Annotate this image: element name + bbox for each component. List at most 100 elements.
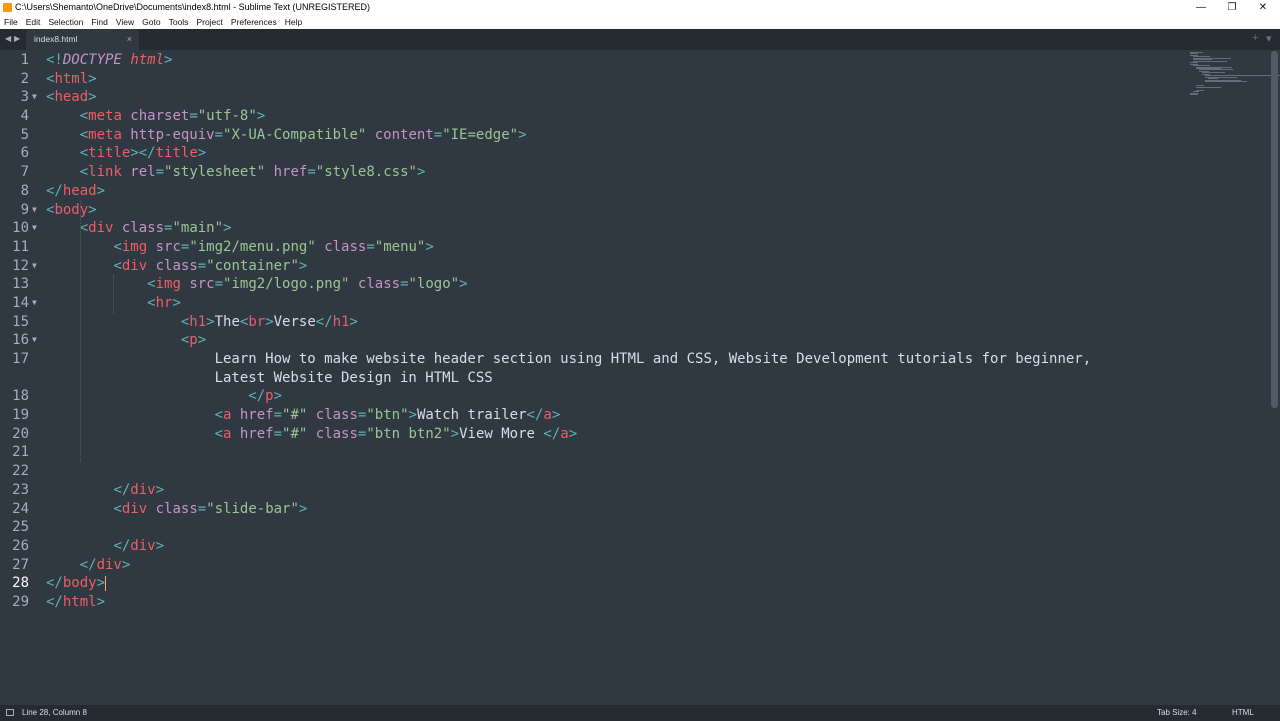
- code-token: <: [147, 294, 156, 311]
- code-token: =: [214, 126, 224, 143]
- code-token: =: [197, 500, 207, 517]
- code-token: </: [46, 593, 63, 610]
- line-number-text: 6: [20, 145, 29, 162]
- fold-arrow-icon[interactable]: ▼: [32, 88, 37, 107]
- code-token: link: [88, 164, 122, 181]
- tab-prev-arrow-icon[interactable]: ◀: [5, 34, 11, 43]
- line-number-text: 25: [12, 519, 29, 536]
- minimap[interactable]: [1186, 51, 1280, 96]
- code-line: Learn How to make website header section…: [46, 350, 1176, 369]
- code-line: <p>: [46, 331, 1176, 350]
- tab-size-indicator[interactable]: Tab Size: 4: [1157, 705, 1197, 721]
- code-token: The: [214, 313, 240, 330]
- code-token: Verse: [273, 313, 316, 330]
- tab-next-arrow-icon[interactable]: ▶: [14, 34, 20, 43]
- fold-arrow-icon[interactable]: ▼: [32, 294, 37, 313]
- code-token: </: [543, 425, 561, 442]
- code-token: "#": [282, 407, 308, 424]
- text-cursor: [105, 575, 107, 591]
- code-token: "IE=edge": [442, 126, 519, 143]
- restore-button[interactable]: ❐: [1217, 0, 1247, 15]
- code-token: src: [147, 238, 181, 255]
- code-token: class: [147, 500, 198, 517]
- syntax-indicator[interactable]: HTML: [1232, 705, 1254, 721]
- line-number-text: 5: [20, 126, 29, 143]
- code-token: <!: [46, 52, 63, 68]
- minimize-button[interactable]: —: [1186, 0, 1216, 15]
- code-token: h1: [332, 313, 350, 330]
- code-token: class: [307, 407, 358, 424]
- code-line: <div class="slide-bar">: [46, 500, 1176, 519]
- code-token: href: [231, 425, 274, 442]
- code-token: >: [155, 537, 165, 554]
- fold-arrow-icon[interactable]: ▼: [32, 201, 37, 220]
- tab-bar: ◀ ▶ index8.html × + ▾: [0, 29, 1280, 50]
- tab-close-icon[interactable]: ×: [127, 29, 132, 50]
- menu-find[interactable]: Find: [87, 15, 112, 29]
- code-token: >: [206, 313, 215, 330]
- fold-arrow-icon[interactable]: ▼: [32, 257, 37, 276]
- tab-list-icon[interactable]: ▾: [1266, 32, 1272, 45]
- code-token: =: [197, 257, 207, 274]
- code-token: </: [79, 556, 97, 573]
- code-token: "main": [172, 220, 224, 237]
- line-number: 10 ▼: [0, 219, 37, 238]
- code-token: >: [298, 500, 308, 517]
- line-number: 2: [0, 70, 29, 89]
- close-window-button[interactable]: ✕: [1248, 0, 1278, 15]
- menu-file[interactable]: File: [0, 15, 22, 29]
- minimap-line: [1205, 81, 1247, 82]
- panel-toggle-icon[interactable]: [6, 709, 14, 716]
- menu-help[interactable]: Help: [281, 15, 306, 29]
- code-token: >: [155, 481, 165, 498]
- tab-index8-html[interactable]: index8.html ×: [26, 29, 139, 50]
- code-token: div: [96, 556, 122, 573]
- code-token: div: [130, 537, 156, 554]
- code-line: <head>: [46, 88, 1176, 107]
- code-line: <html>: [46, 70, 1176, 89]
- code-token: div: [88, 220, 114, 237]
- menu-tools[interactable]: Tools: [165, 15, 193, 29]
- code-token: Watch trailer: [416, 407, 527, 424]
- line-number-text: 10: [12, 220, 29, 237]
- code-token: src: [180, 276, 215, 293]
- line-number: 8: [0, 182, 29, 201]
- menu-goto[interactable]: Goto: [138, 15, 164, 29]
- line-number: 6: [0, 144, 29, 163]
- menu-preferences[interactable]: Preferences: [227, 15, 281, 29]
- menu-view[interactable]: View: [112, 15, 138, 29]
- line-number-text: 26: [12, 537, 29, 554]
- code-line: Latest Website Design in HTML CSS: [46, 369, 1176, 388]
- code-token: charset: [121, 108, 190, 125]
- code-token: class: [147, 257, 198, 274]
- fold-arrow-icon[interactable]: ▼: [32, 331, 37, 350]
- code-token: "container": [206, 257, 299, 274]
- code-token: =: [307, 164, 316, 181]
- code-line: <img src="img2/menu.png" class="menu">: [46, 238, 1176, 257]
- code-editor[interactable]: <!DOCTYPE html> <html> <head> <meta charse…: [46, 51, 1176, 612]
- code-line: <img src="img2/logo.png" class="logo">: [46, 275, 1176, 294]
- code-token: hr: [155, 294, 173, 311]
- vertical-scrollbar[interactable]: [1271, 51, 1278, 408]
- code-token: <: [214, 407, 224, 424]
- new-tab-icon[interactable]: +: [1252, 32, 1258, 44]
- line-number: 21: [0, 443, 29, 462]
- code-token: >: [164, 52, 173, 68]
- menu-edit[interactable]: Edit: [22, 15, 45, 29]
- fold-arrow-icon[interactable]: ▼: [32, 219, 37, 238]
- menu-selection[interactable]: Selection: [44, 15, 87, 29]
- code-token: div: [121, 500, 148, 517]
- code-token: "btn btn2": [366, 425, 451, 442]
- code-token: >: [408, 407, 417, 424]
- menu-project[interactable]: Project: [192, 15, 226, 29]
- line-number-text: 1: [20, 52, 29, 68]
- code-token: href: [231, 407, 274, 424]
- line-number-text: 12: [12, 257, 29, 274]
- line-number: 17: [0, 350, 29, 369]
- code-token: >: [416, 164, 426, 181]
